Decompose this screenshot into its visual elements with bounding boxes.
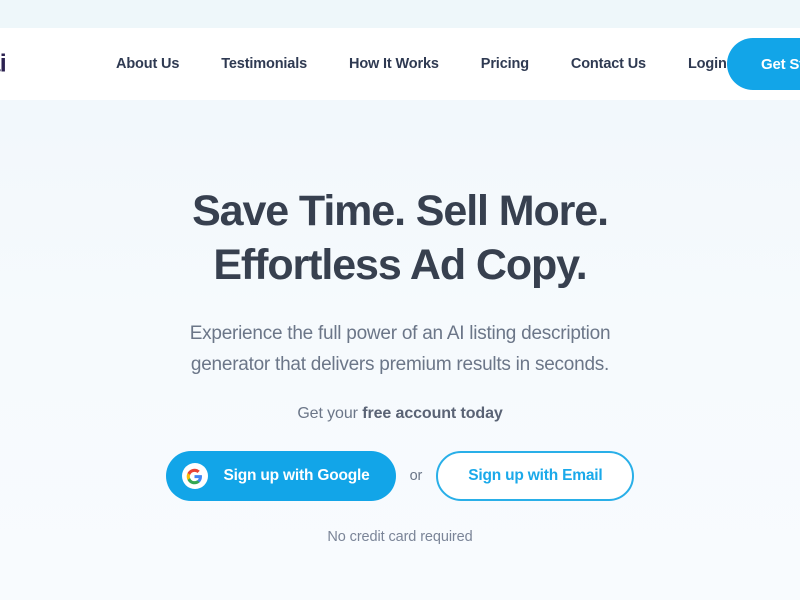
signup-with-email-button[interactable]: Sign up with Email <box>436 451 635 501</box>
subtitle-line-1: Experience the full power of an AI listi… <box>189 323 611 344</box>
subtitle-line-2: generator that delivers premium results … <box>190 354 610 375</box>
nav-links: About Us Testimonials How It Works Prici… <box>116 56 727 72</box>
headline-line-1: Save Time. Sell More. <box>192 187 609 235</box>
nav-link-how-it-works[interactable]: How It Works <box>349 56 439 72</box>
site-logo[interactable]: py.ai <box>0 50 7 79</box>
hero-subtitle: Experience the full power of an AI listi… <box>190 318 611 380</box>
nav-link-about-us[interactable]: About Us <box>116 56 179 72</box>
signup-with-google-button[interactable]: Sign up with Google <box>165 451 396 501</box>
no-credit-card-note: No credit card required <box>327 529 473 545</box>
signup-with-google-label: Sign up with Google <box>223 467 370 484</box>
nav-link-pricing[interactable]: Pricing <box>481 56 529 72</box>
nav-link-login[interactable]: Login <box>688 56 727 72</box>
headline-line-2: Effortless Ad Copy. <box>213 241 587 289</box>
nav-link-contact-us[interactable]: Contact Us <box>571 56 646 72</box>
cta-prompt-prefix: Get your <box>297 405 363 422</box>
get-started-button[interactable]: Get Started <box>727 38 800 90</box>
page-title: Save Time. Sell More. Effortless Ad Copy… <box>192 184 609 292</box>
nav-link-testimonials[interactable]: Testimonials <box>221 56 307 72</box>
top-background-strip <box>0 0 800 28</box>
site-navbar: py.ai About Us Testimonials How It Works… <box>0 28 800 100</box>
or-separator: or <box>409 468 423 484</box>
google-g-icon <box>181 463 208 489</box>
landing-page: py.ai About Us Testimonials How It Works… <box>0 0 800 600</box>
cta-prompt-emphasis: free account today <box>362 405 503 422</box>
signup-button-row: Sign up with Google or Sign up with Emai… <box>165 451 635 501</box>
hero-section: Save Time. Sell More. Effortless Ad Copy… <box>0 100 800 600</box>
cta-prompt-text: Get your free account today <box>297 405 502 423</box>
